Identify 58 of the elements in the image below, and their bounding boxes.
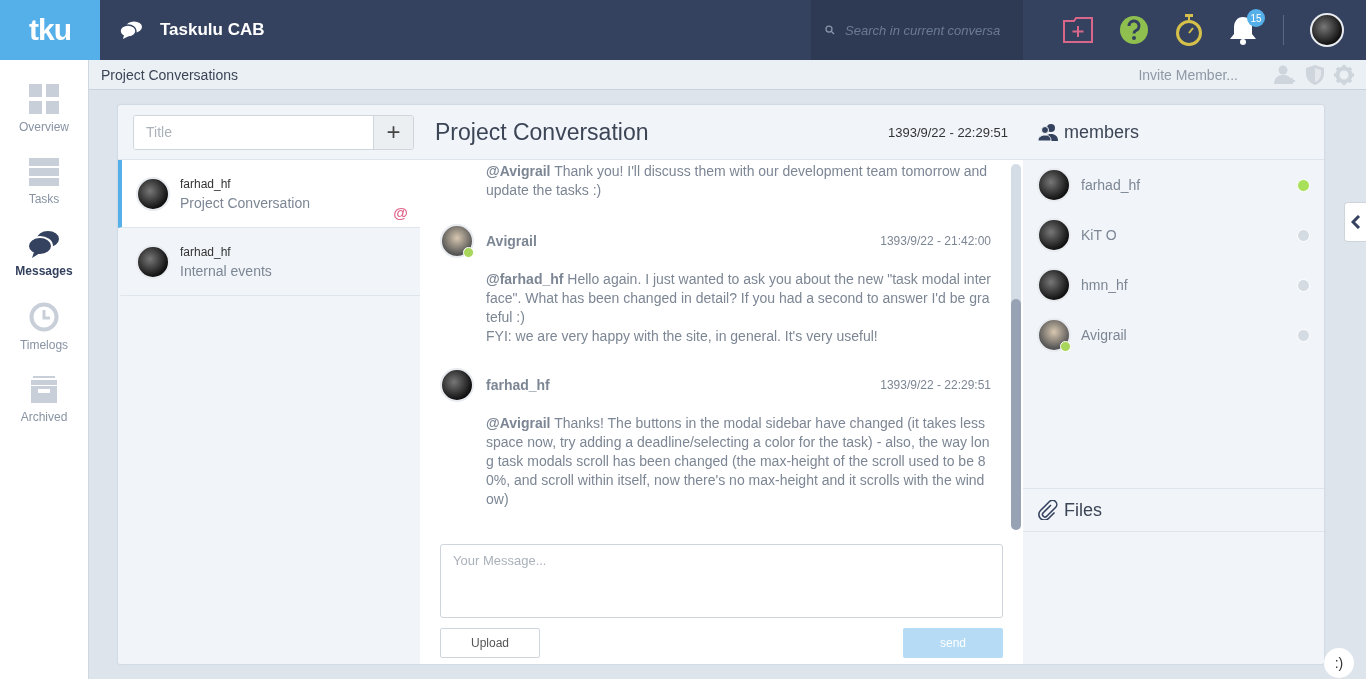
mention-marker: @ <box>393 204 408 221</box>
archive-box-icon <box>30 376 58 404</box>
member-name: hmn_hf <box>1081 277 1129 293</box>
nav-item[interactable]: Timelogs <box>15 300 73 354</box>
invite-member-link[interactable]: Invite Member... <box>1132 65 1244 84</box>
message-text: @Avigrail Thanks! The buttons in the modal sidebar have changed (it takes less space now, try adding a deadline/selecting a color for the task) - also, the way long task modals scroll has been changed (the max-height of the scroll used to be 80%, and scroll within itself, now there's no max-height and it scrolls with the window) <box>486 414 991 509</box>
avatar <box>136 176 170 211</box>
message-text: @Avigrail Thank you! I'll discuss them with our development team tomorrow and update the tasks :) <box>486 162 989 200</box>
conversation-date: 1393/9/22 - 22:29:51 <box>888 124 1008 140</box>
grid-icon <box>29 84 59 114</box>
folder-plus-icon[interactable] <box>1063 17 1093 43</box>
message-time: 1393/9/22 - 21:42:00 <box>880 234 991 248</box>
workspace-title: Taskulu CAB <box>160 20 265 40</box>
avatar <box>136 244 170 279</box>
member-name: Avigrail <box>1081 327 1128 343</box>
nav-item[interactable]: Messages <box>11 228 77 280</box>
nav-item[interactable]: Tasks <box>24 156 64 208</box>
stacked-bars-icon <box>29 158 59 186</box>
feedback-button[interactable]: :) <box>1324 648 1354 678</box>
conversation-author: farhad_hf <box>180 244 232 259</box>
member-item[interactable]: farhad_hf <box>1023 160 1324 210</box>
chat-bubbles-icon <box>28 230 60 258</box>
conversation-item[interactable]: farhad_hf Internal events <box>118 228 420 296</box>
help-icon[interactable] <box>1119 15 1149 45</box>
message-input[interactable]: Your Message... <box>440 544 1003 618</box>
conversation-author: farhad_hf <box>180 176 232 191</box>
message-author: farhad_hf <box>486 377 550 393</box>
member-name: farhad_hf <box>1081 177 1142 193</box>
nav-item[interactable]: Archived <box>16 374 72 426</box>
files-heading: Files <box>1064 499 1102 521</box>
chat-bubbles-icon <box>120 21 142 39</box>
scrollbar[interactable] <box>1011 164 1021 530</box>
member-item[interactable]: KiT O <box>1023 210 1324 260</box>
app-logo[interactable]: tku <box>0 0 100 60</box>
user-avatar[interactable] <box>1310 13 1344 47</box>
conversation-title: Internal events <box>180 262 272 279</box>
notification-count: 15 <box>1247 9 1265 27</box>
conversation-title: Project Conversation <box>180 194 310 211</box>
nav-item[interactable]: Overview <box>15 82 73 136</box>
conversation-heading: Project Conversation <box>435 118 649 146</box>
conversation-item[interactable]: farhad_hf Project Conversation @ <box>118 160 420 228</box>
title-field[interactable]: Title + <box>133 114 414 150</box>
clock-icon <box>29 302 59 332</box>
member-item[interactable]: Avigrail <box>1023 310 1324 360</box>
chevron-left-icon <box>1350 215 1361 229</box>
page-title: Project Conversations <box>101 66 239 83</box>
members-icon <box>1038 123 1058 141</box>
collapse-tab[interactable] <box>1344 202 1366 242</box>
member-item[interactable]: hmn_hf <box>1023 260 1324 310</box>
message-text: @farhad_hf Hello again. I just wanted to ask you about the new "task modal interface". What has been changed in detail? If you had a second to answer I'd be grateful :) FYI: we are very happy with the site, in general. It's very useful! <box>486 270 991 346</box>
member-name: KiT O <box>1081 227 1118 243</box>
message-time: 1393/9/22 - 22:29:51 <box>880 378 991 392</box>
members-heading: members <box>1064 121 1139 143</box>
add-button[interactable]: + <box>373 115 413 149</box>
upload-button[interactable]: Upload <box>440 628 540 658</box>
stopwatch-icon[interactable] <box>1175 14 1203 46</box>
paperclip-icon <box>1038 500 1058 520</box>
message-author: Avigrail <box>486 233 537 249</box>
